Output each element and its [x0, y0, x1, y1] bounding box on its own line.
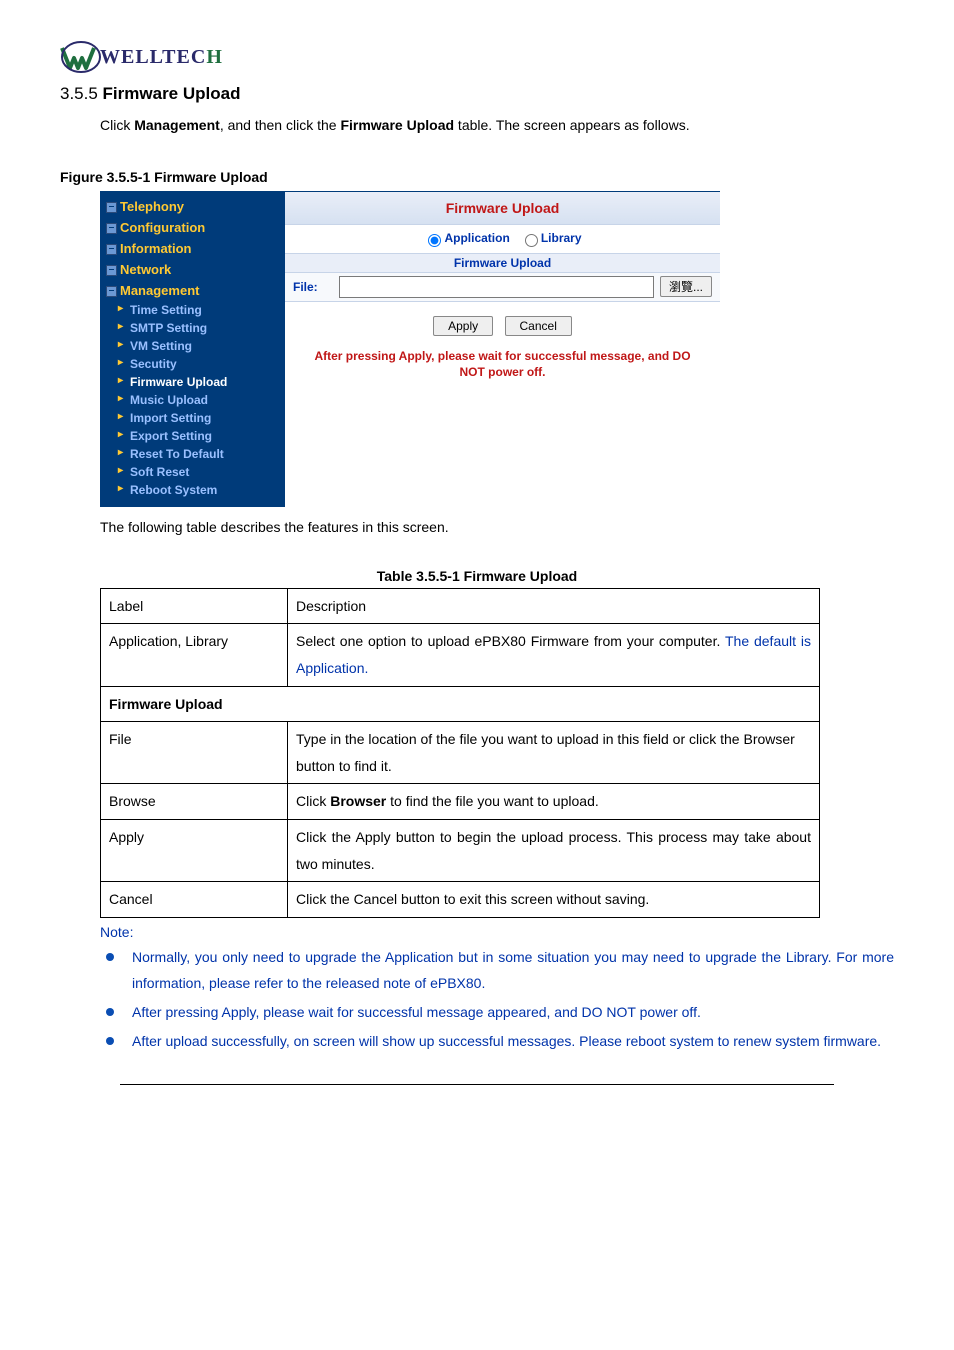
browse-button[interactable]: 瀏覽... [660, 276, 712, 297]
upload-type-row: Application Library [285, 225, 720, 253]
section-number: 3.5.5 [60, 84, 98, 103]
row3-b: Browser [330, 793, 386, 809]
radio-application-label[interactable]: Application [423, 231, 509, 245]
row-cancel-label: Cancel [101, 882, 288, 918]
th-label: Label [101, 588, 288, 624]
row-browse-label: Browse [101, 784, 288, 820]
nav-security[interactable]: Secutity [100, 355, 285, 373]
nav-sidebar: Telephony Configuration Information Netw… [100, 192, 285, 507]
nav-import-setting[interactable]: Import Setting [100, 409, 285, 427]
file-label: File: [293, 280, 333, 294]
file-row: File: 瀏覽... [285, 273, 720, 302]
radio-library-label[interactable]: Library [520, 231, 582, 245]
section-heading: 3.5.5 Firmware Upload [60, 84, 894, 104]
note-item-1: Normally, you only need to upgrade the A… [126, 944, 894, 997]
nav-export-setting[interactable]: Export Setting [100, 427, 285, 445]
row-apply-desc: Click the Apply button to begin the uplo… [288, 819, 820, 881]
logo: WELLTECH [60, 40, 894, 74]
intro-text-2: , and then click the [220, 117, 341, 133]
row-app-lib-desc: Select one option to upload ePBX80 Firmw… [288, 624, 820, 686]
radio-library[interactable] [525, 234, 538, 247]
nav-music-upload[interactable]: Music Upload [100, 391, 285, 409]
row-browse-desc: Click Browser to find the file you want … [288, 784, 820, 820]
th-description: Description [288, 588, 820, 624]
radio-library-text: Library [541, 231, 582, 245]
warning-message: After pressing Apply, please wait for su… [285, 344, 720, 396]
screenshot-area: Telephony Configuration Information Netw… [100, 191, 720, 507]
intro-text: Click [100, 117, 134, 133]
description-table: Label Description Application, Library S… [100, 588, 820, 918]
nav-telephony[interactable]: Telephony [100, 196, 285, 217]
note-item-3: After upload successfully, on screen wil… [126, 1028, 894, 1055]
button-row: Apply Cancel [285, 302, 720, 344]
nav-configuration[interactable]: Configuration [100, 217, 285, 238]
row-cancel-desc: Click the Cancel button to exit this scr… [288, 882, 820, 918]
row-app-lib-label: Application, Library [101, 624, 288, 686]
row3-c: to find the file you want to upload. [386, 793, 598, 809]
note-item-2: After pressing Apply, please wait for su… [126, 999, 894, 1026]
section-title: Firmware Upload [103, 84, 241, 103]
table-caption: Table 3.5.5-1 Firmware Upload [60, 568, 894, 584]
file-path-input[interactable] [339, 276, 654, 298]
notes-list: Normally, you only need to upgrade the A… [100, 944, 894, 1054]
logo-icon [60, 40, 102, 74]
intro-bold-1: Management [134, 117, 220, 133]
note-label: Note: [100, 924, 894, 940]
panel-subhead: Firmware Upload [285, 253, 720, 273]
nav-management[interactable]: Management [100, 280, 285, 301]
row-file-desc: Type in the location of the file you wan… [288, 722, 820, 784]
logo-text: WELLTECH [100, 46, 223, 69]
nav-network[interactable]: Network [100, 259, 285, 280]
row-file-label: File [101, 722, 288, 784]
nav-soft-reset[interactable]: Soft Reset [100, 463, 285, 481]
nav-reboot-system[interactable]: Reboot System [100, 481, 285, 499]
cancel-button[interactable]: Cancel [505, 316, 572, 336]
nav-reset-default[interactable]: Reset To Default [100, 445, 285, 463]
row3-a: Click [296, 793, 330, 809]
intro-bold-2: Firmware Upload [340, 117, 454, 133]
nav-information[interactable]: Information [100, 238, 285, 259]
panel-title: Firmware Upload [285, 192, 720, 225]
apply-button[interactable]: Apply [433, 316, 493, 336]
radio-application[interactable] [428, 234, 441, 247]
nav-vm-setting[interactable]: VM Setting [100, 337, 285, 355]
intro-text-3: table. The screen appears as follows. [454, 117, 690, 133]
intro-paragraph: Click Management, and then click the Fir… [100, 112, 894, 139]
nav-firmware-upload[interactable]: Firmware Upload [100, 373, 285, 391]
footer-rule [120, 1084, 834, 1085]
figure-caption: Figure 3.5.5-1 Firmware Upload [60, 169, 894, 185]
main-panel: Firmware Upload Application Library Firm… [285, 192, 720, 507]
logo-text-main: WELLTEC [100, 46, 206, 68]
radio-application-text: Application [444, 231, 509, 245]
table-section: Firmware Upload [101, 686, 820, 722]
logo-text-accent: H [206, 46, 223, 68]
nav-smtp-setting[interactable]: SMTP Setting [100, 319, 285, 337]
row-apply-label: Apply [101, 819, 288, 881]
after-shot-text: The following table describes the featur… [100, 515, 894, 540]
nav-time-setting[interactable]: Time Setting [100, 301, 285, 319]
row1-desc-a: Select one option to upload ePBX80 Firmw… [296, 633, 725, 649]
